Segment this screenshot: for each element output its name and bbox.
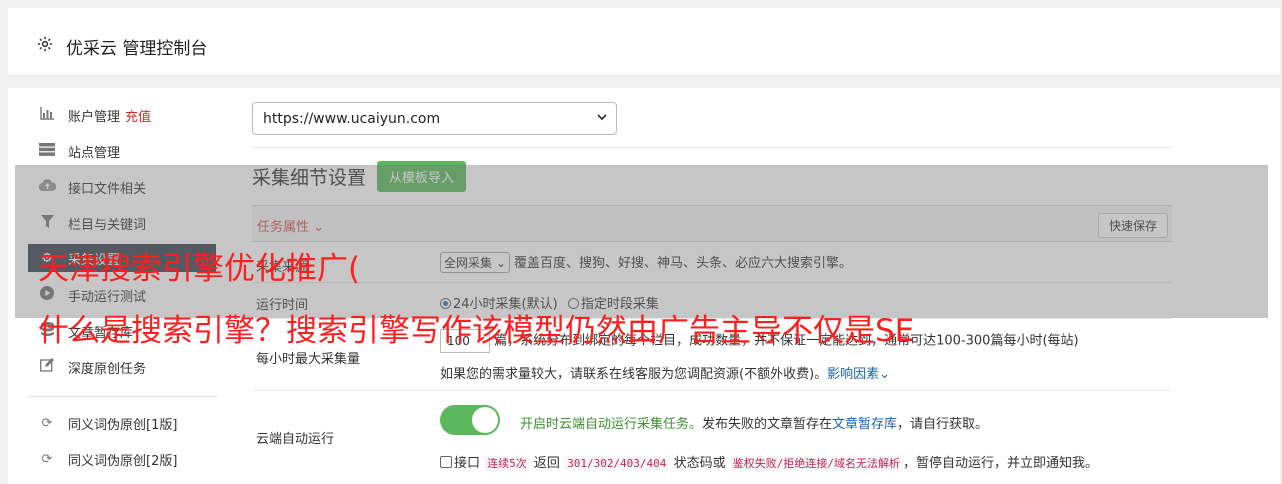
- sidebar-item-deep-original[interactable]: 深度原创任务: [28, 354, 218, 380]
- pause-rule-checkbox[interactable]: 接口: [440, 456, 480, 471]
- sidebar-item-account[interactable]: 账户管理 充值: [28, 102, 218, 128]
- server-icon: [38, 142, 56, 160]
- overlay-line-2: 什么是搜索引擎？搜索引擎写作该模型仍然由广告主导不仅是SE: [38, 313, 915, 349]
- sidebar-item-label: 深度原创任务: [68, 361, 147, 377]
- divider: [252, 147, 1172, 148]
- sidebar-item-label: 站点管理: [68, 145, 121, 161]
- cloud-run-label: 云端自动运行: [256, 432, 335, 447]
- cloud-run-desc-row: 开启时云端自动运行采集任务。发布失败的文章暂存在文章暂存库，请自行获取。: [520, 413, 988, 432]
- divider: [252, 390, 1172, 391]
- cloud-run-desc-rest: 发布失败的文章暂存在: [702, 417, 833, 432]
- overlay-band: [15, 165, 1268, 318]
- cloud-run-desc-end: ，请自行获取。: [897, 417, 989, 432]
- gear-icon: [36, 35, 56, 58]
- sidebar-item-label: 账户管理: [68, 109, 121, 125]
- cloud-run-desc: 开启时云端自动运行采集任务。: [520, 417, 703, 432]
- pause-rule-row: 接口 连续5次 返回 301/302/403/404 状态码或 鉴权失败/拒绝连…: [440, 452, 1098, 471]
- code-status: 301/302/403/404: [564, 456, 670, 471]
- chevron-down-icon: [596, 111, 608, 126]
- cloud-run-toggle[interactable]: [440, 405, 500, 435]
- chevron-down-icon: ⌄: [879, 367, 891, 382]
- overlay-line-1: 天津搜索引擎优化推广(: [38, 251, 361, 287]
- refresh-icon: ⟳: [41, 451, 53, 467]
- page-title: 优采云 管理控制台: [36, 34, 207, 59]
- sidebar-item-synonym-v2[interactable]: ⟳ 同义词伪原创[2版]: [28, 446, 218, 472]
- page-title-text: 优采云 管理控制台: [66, 39, 208, 59]
- sidebar-item-sites[interactable]: 站点管理: [28, 138, 218, 164]
- edit-icon: [38, 358, 56, 376]
- article-storage-link[interactable]: 文章暂存库: [832, 417, 897, 432]
- refresh-icon: ⟳: [41, 415, 53, 431]
- site-select-value: https://www.ucaiyun.com: [263, 110, 441, 127]
- sidebar-divider: [28, 396, 218, 397]
- tail-text: ，暂停自动运行，并立即通知我。: [902, 456, 1098, 471]
- mid-text-2: 状态码或: [673, 456, 726, 471]
- bar-chart-icon: [38, 106, 56, 124]
- influence-factors-link[interactable]: 影响因素⌄: [827, 367, 890, 382]
- checkbox-icon: [440, 456, 452, 468]
- mid-text-1: 返回: [533, 456, 560, 471]
- code-consecutive: 连续5次: [484, 456, 530, 471]
- header-card: 优采云 管理控制台: [8, 8, 1280, 76]
- toggle-knob: [472, 407, 498, 433]
- contact-row: 如果您的需求量较大，请联系在线客服为您调配资源(不额外收费)。影响因素⌄: [440, 363, 890, 382]
- sidebar-item-synonym-v1[interactable]: ⟳ 同义词伪原创[1版]: [28, 410, 218, 436]
- contact-desc: 如果您的需求量较大，请联系在线客服为您调配资源(不额外收费)。: [440, 367, 828, 382]
- site-select[interactable]: https://www.ucaiyun.com: [252, 102, 617, 135]
- sidebar-item-label: 同义词伪原创[2版]: [68, 453, 178, 469]
- max-per-hour-label: 每小时最大采集量: [256, 352, 361, 367]
- code-errors: 鉴权失败/拒绝连接/域名无法解析: [729, 456, 903, 471]
- sidebar-item-label: 同义词伪原创[1版]: [68, 417, 178, 433]
- recharge-link[interactable]: 充值: [125, 106, 151, 125]
